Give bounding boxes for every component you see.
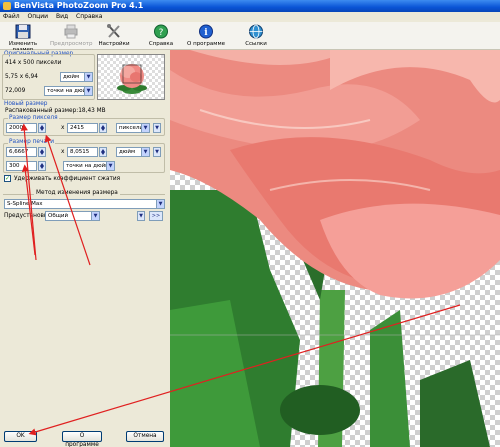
- menu-help[interactable]: Справка: [73, 12, 105, 21]
- globe-icon: [249, 24, 263, 39]
- app-icon: [3, 2, 11, 10]
- window-title: BenVista PhotoZoom Pro 4.1: [14, 1, 144, 10]
- menu-view[interactable]: Вид: [53, 12, 71, 21]
- about-button[interactable]: О программе: [62, 431, 102, 447]
- chevron-down-icon: ▼: [141, 148, 149, 156]
- links-label: Ссылки: [245, 41, 267, 47]
- width-inches-spinner[interactable]: [38, 147, 46, 157]
- pixel-size-title: Размер пикселя: [8, 115, 59, 121]
- chevron-down-icon: ▼: [84, 87, 92, 95]
- resize-button[interactable]: Изменить размер: [2, 24, 44, 53]
- pixel-unit-value: пиксели: [119, 125, 143, 131]
- inch-unit-value: дюйм: [119, 149, 136, 155]
- height-inches-spinner[interactable]: [99, 147, 107, 157]
- preset-value: Общий: [48, 213, 69, 219]
- chevron-down-icon: ▼: [141, 124, 149, 132]
- width-pixels-spinner[interactable]: [38, 123, 46, 133]
- original-inch-unit-value: дюйм: [63, 74, 80, 80]
- about-toolbar-button[interactable]: i О программе: [186, 24, 226, 48]
- pixel-unit-dropdown-button[interactable]: ▼: [153, 123, 161, 133]
- chevron-down-icon: ▼: [106, 162, 114, 170]
- preview-label: Предпросмотр: [50, 41, 93, 47]
- new-size-title: Новый размер: [4, 101, 48, 107]
- settings-button[interactable]: Настройки: [98, 24, 130, 48]
- width-inches-input[interactable]: 6,6667: [6, 147, 37, 157]
- dpi-input[interactable]: 300: [6, 161, 37, 171]
- chevron-down-icon: ▼: [84, 73, 92, 81]
- preset-more-button[interactable]: >>: [149, 211, 163, 221]
- preset-dropdown-button[interactable]: ▼: [137, 211, 145, 221]
- svg-text:?: ?: [159, 28, 164, 38]
- inch-unit-select[interactable]: дюйм ▼: [116, 147, 150, 157]
- settings-label: Настройки: [98, 41, 130, 47]
- dpi-spinner[interactable]: [38, 161, 46, 171]
- chevron-down-icon: ▼: [91, 212, 99, 220]
- svg-text:i: i: [204, 28, 208, 38]
- preview-button[interactable]: Предпросмотр: [50, 24, 93, 48]
- about-toolbar-label: О программе: [187, 41, 225, 47]
- preview-area[interactable]: [170, 50, 500, 447]
- times-sign: x: [61, 125, 65, 131]
- preset-select[interactable]: Общий ▼: [45, 211, 100, 221]
- width-pixels-input[interactable]: 2000: [6, 123, 37, 133]
- help-icon: ?: [154, 24, 168, 39]
- times-sign-2: x: [61, 149, 65, 155]
- original-resolution-unit-select[interactable]: точки на дюйм ▼: [44, 86, 93, 96]
- height-pixels-input[interactable]: 2415: [67, 123, 98, 133]
- links-button[interactable]: Ссылки: [242, 24, 270, 48]
- height-pixels-spinner[interactable]: [99, 123, 107, 133]
- menu-file[interactable]: Файл: [0, 12, 23, 21]
- help-label: Справка: [148, 41, 174, 47]
- height-inches-input[interactable]: 8,0515: [67, 147, 98, 157]
- original-resolution: 72,009: [5, 88, 26, 94]
- original-pixels: 414 x 500 пиксели: [5, 60, 62, 66]
- pixel-unit-select[interactable]: пиксели ▼: [116, 123, 150, 133]
- title-bar: BenVista PhotoZoom Pro 4.1: [0, 0, 500, 12]
- ok-button[interactable]: OK: [4, 431, 37, 442]
- floppy-icon: [15, 24, 31, 39]
- chevron-down-icon: ▼: [156, 200, 164, 208]
- thumbnail-preview[interactable]: [97, 54, 165, 100]
- original-inch-unit-select[interactable]: дюйм ▼: [60, 72, 93, 82]
- original-inches: 5,75 x 6,94: [5, 74, 38, 80]
- toolbar: Изменить размер Предпросмотр Настройки ?…: [0, 22, 500, 53]
- keep-ratio-label: Удерживать коэффициент сжатия: [14, 176, 121, 182]
- dpi-unit-value: точки на дюйм: [66, 163, 110, 169]
- method-select[interactable]: S-Spline Max ▼: [4, 199, 165, 209]
- method-value: S-Spline Max: [7, 201, 43, 207]
- cancel-button[interactable]: Отмена: [126, 431, 164, 442]
- dpi-unit-select[interactable]: точки на дюйм ▼: [63, 161, 115, 171]
- memory-size: Распакованный размер:18,43 MB: [5, 108, 106, 114]
- tools-icon: [107, 24, 120, 38]
- rose-preview-image: [170, 50, 500, 447]
- keep-ratio-checkbox[interactable]: ✓: [4, 175, 11, 182]
- inch-unit-dropdown-button[interactable]: ▼: [153, 147, 161, 157]
- help-button[interactable]: ? Справка: [146, 24, 176, 48]
- menu-bar: Файл Опции Вид Справка: [0, 12, 500, 22]
- menu-options[interactable]: Опции: [25, 12, 52, 21]
- rose-thumbnail: [117, 64, 147, 94]
- print-size-title: Размер печати: [8, 139, 56, 145]
- method-title: Метод изменения размера: [34, 190, 120, 196]
- printer-icon: [64, 24, 78, 39]
- info-icon: i: [199, 24, 213, 39]
